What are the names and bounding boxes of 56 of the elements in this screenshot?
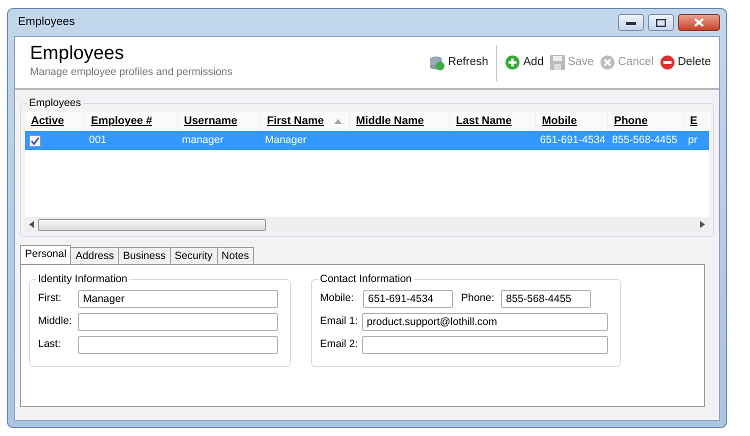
- tab[interactable]: Security: [170, 247, 218, 264]
- column-header[interactable]: Mobile: [536, 112, 608, 131]
- input-field[interactable]: Manager: [78, 290, 278, 308]
- window-title: Employees: [17, 14, 75, 30]
- close-icon: [694, 18, 704, 27]
- save-icon: [550, 55, 565, 70]
- input-field[interactable]: 855-568-4455: [501, 290, 591, 308]
- cancel-icon: [600, 55, 615, 70]
- field-label: Last:: [38, 337, 62, 352]
- input-field[interactable]: product.support@lothill.com: [362, 313, 608, 331]
- scrollbar-thumb[interactable]: [38, 218, 266, 230]
- add-button[interactable]: Add: [505, 54, 544, 72]
- scroll-right-icon[interactable]: [700, 221, 705, 228]
- refresh-icon: [428, 54, 445, 70]
- field-label: First:: [38, 291, 62, 306]
- input-field[interactable]: [362, 336, 608, 354]
- delete-button[interactable]: Delete: [660, 54, 711, 72]
- tab[interactable]: Address: [70, 247, 119, 264]
- maximize-button[interactable]: [648, 14, 674, 31]
- input-field[interactable]: [78, 313, 278, 331]
- delete-icon: [660, 55, 675, 70]
- tab[interactable]: Business: [118, 247, 171, 264]
- horizontal-scrollbar[interactable]: [25, 217, 709, 232]
- checkbox[interactable]: [29, 134, 41, 146]
- column-header[interactable]: Employee #: [85, 112, 178, 131]
- minimize-button[interactable]: [618, 14, 644, 31]
- table-cell-text: pr: [687, 132, 698, 148]
- column-header[interactable]: E: [684, 112, 712, 131]
- input-field[interactable]: 651-691-4534: [363, 290, 453, 308]
- minimize-icon: [626, 20, 636, 24]
- input-field[interactable]: [78, 336, 278, 354]
- column-header[interactable]: Middle Name: [350, 112, 450, 131]
- scroll-left-icon[interactable]: [29, 221, 34, 228]
- field-label: Phone:: [461, 291, 496, 306]
- tab[interactable]: Notes: [216, 247, 254, 264]
- field-label: Email 1:: [320, 314, 359, 330]
- maximize-icon: [656, 18, 666, 26]
- tab[interactable]: Personal: [20, 245, 72, 264]
- field-label: Email 2:: [320, 337, 359, 352]
- refresh-button[interactable]: Refresh: [428, 54, 488, 72]
- column-header[interactable]: Phone: [608, 112, 684, 131]
- add-icon: [505, 55, 520, 70]
- table-cell-text: 651-691-4534: [539, 132, 606, 148]
- close-button[interactable]: [678, 14, 720, 31]
- column-header[interactable]: Last Name: [450, 112, 536, 131]
- table-cell-text: manager: [181, 132, 224, 148]
- column-header[interactable]: Active: [25, 112, 85, 131]
- table-cell-text: Manager: [264, 132, 308, 148]
- table-cell-text: 001: [88, 132, 108, 148]
- field-label: Mobile:: [320, 291, 355, 306]
- field-label: Middle:: [38, 314, 73, 330]
- page-subtitle: Manage employee profiles and permissions: [30, 65, 233, 80]
- column-header[interactable]: Username: [178, 112, 261, 131]
- column-header[interactable]: First Name: [261, 112, 350, 131]
- table-cell-text: 855-568-4455: [611, 132, 678, 148]
- page-title: Employees: [30, 44, 125, 66]
